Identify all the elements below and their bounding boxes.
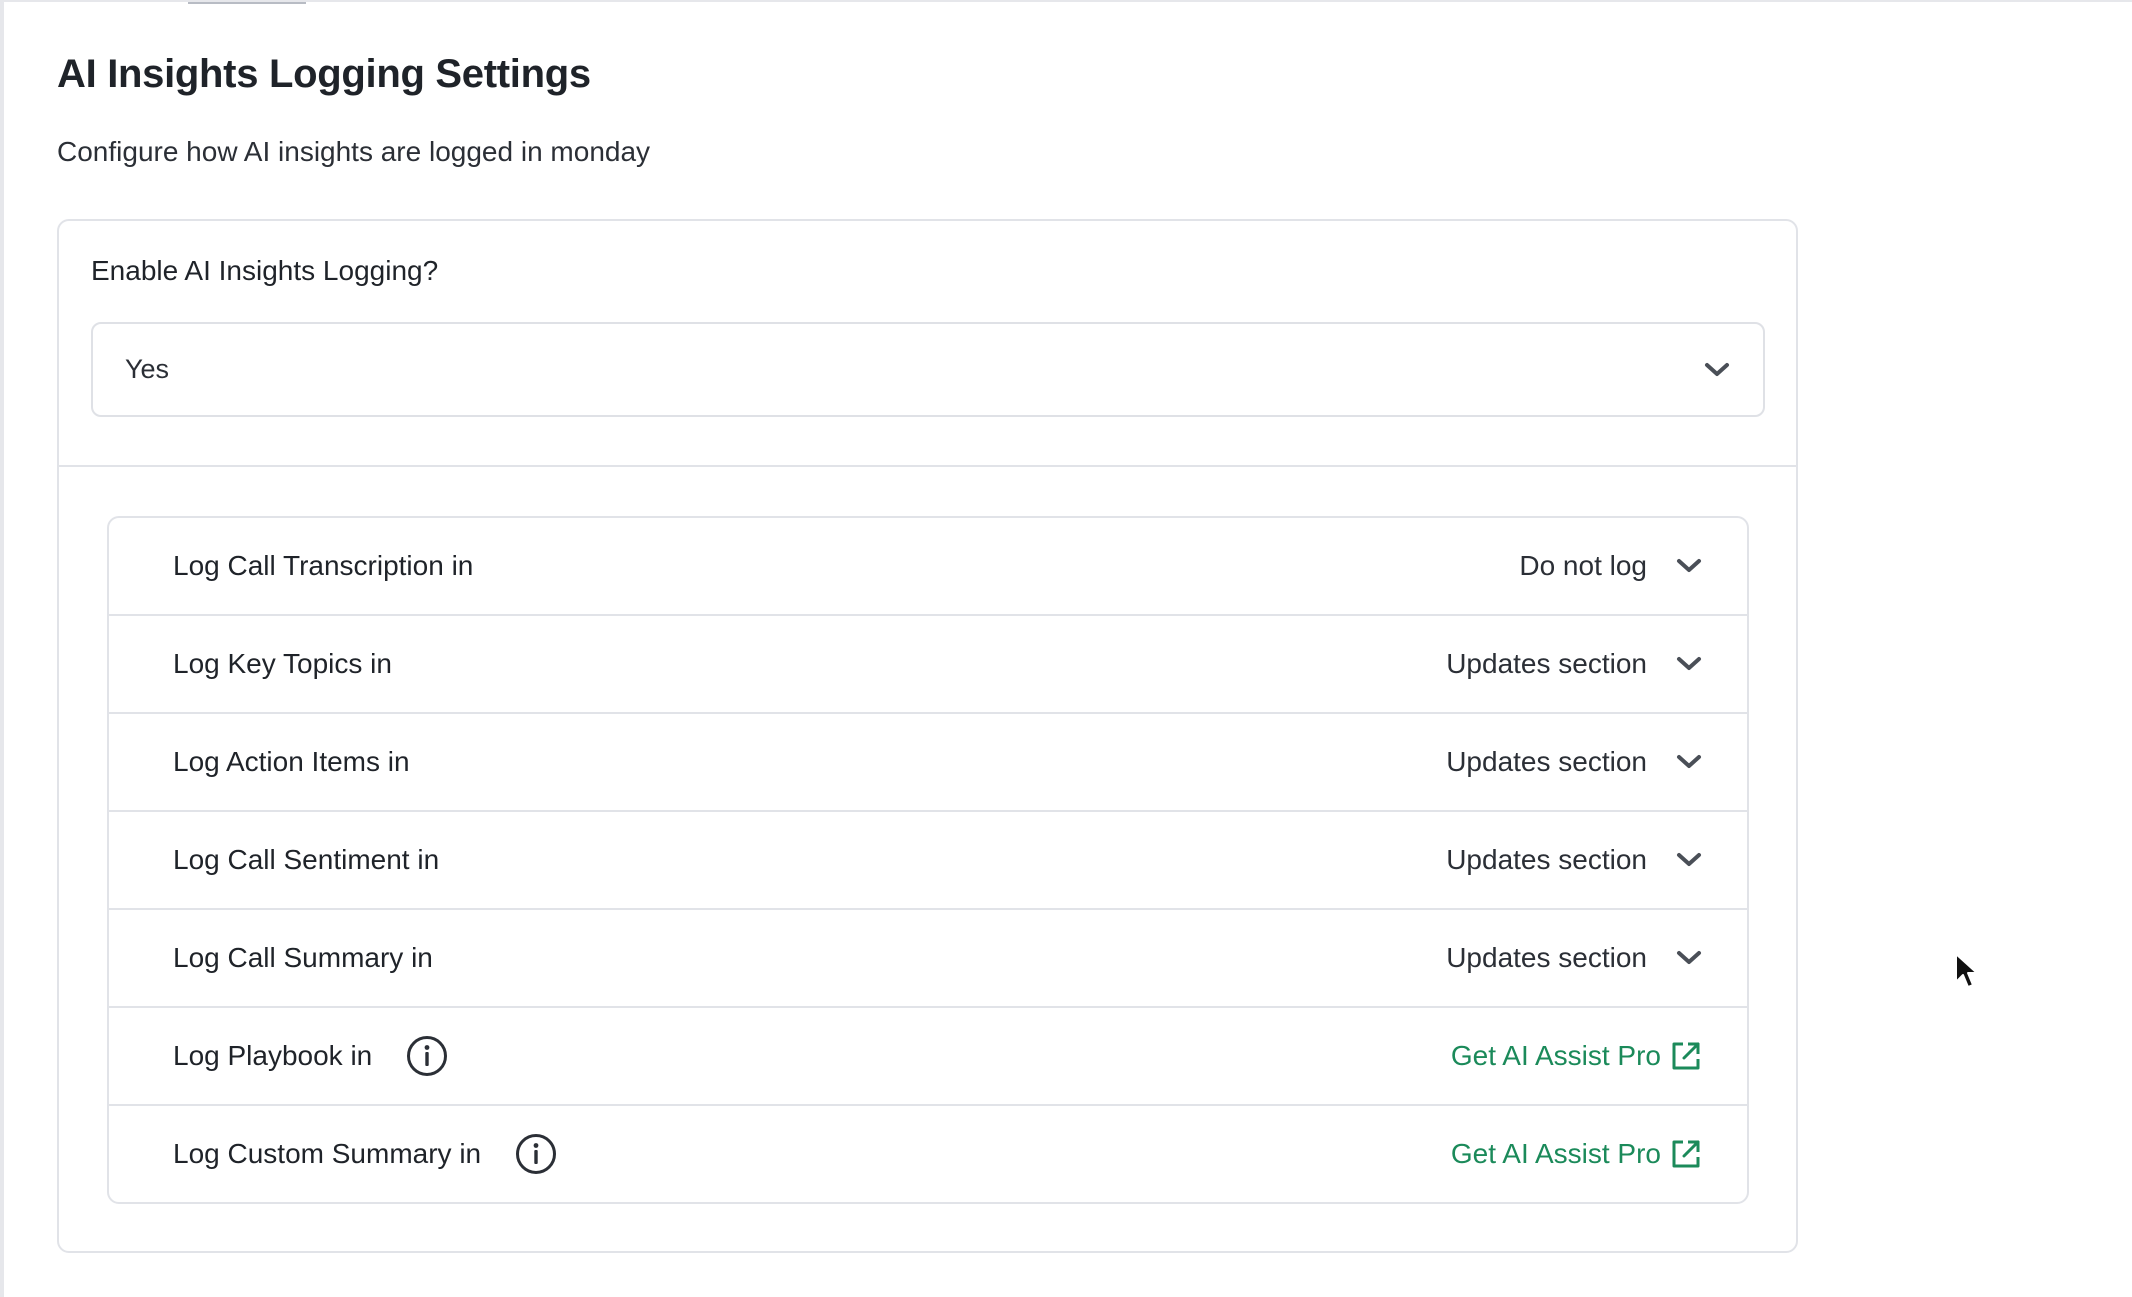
chevron-down-icon	[1677, 657, 1701, 670]
row-key-topics: Log Key Topics in Updates section	[109, 616, 1747, 714]
row-call-summary: Log Call Summary in Updates section	[109, 910, 1747, 1008]
chevron-down-icon	[1677, 853, 1701, 866]
active-tab-indicator	[188, 2, 306, 4]
row-label: Log Action Items in	[173, 746, 410, 777]
insight-rows: Log Call Transcription in Do not log Log…	[107, 516, 1749, 1204]
chevron-down-icon	[1677, 559, 1701, 572]
enable-logging-select[interactable]: Yes	[91, 322, 1765, 417]
row-action-items: Log Action Items in Updates section	[109, 714, 1747, 812]
get-ai-assist-pro-link[interactable]: Get AI Assist Pro	[1451, 1137, 1703, 1171]
external-link-icon	[1672, 1140, 1700, 1168]
enable-logging-label: Enable AI Insights Logging?	[91, 255, 439, 286]
info-icon[interactable]	[406, 1035, 448, 1077]
page-subtitle: Configure how AI insights are logged in …	[57, 136, 651, 167]
row-call-sentiment: Log Call Sentiment in Updates section	[109, 812, 1747, 910]
link-label: Get AI Assist Pro	[1450, 1138, 1661, 1169]
chevron-down-icon	[1677, 755, 1701, 768]
enable-logging-value: Yes	[125, 354, 170, 384]
row-value: Do not log	[1519, 550, 1647, 581]
call-transcription-select[interactable]: Do not log	[1519, 550, 1703, 582]
row-value: Updates section	[1446, 942, 1647, 973]
get-ai-assist-pro-link[interactable]: Get AI Assist Pro	[1451, 1039, 1703, 1073]
row-label: Log Call Summary in	[173, 942, 433, 973]
row-value: Updates section	[1446, 746, 1647, 777]
row-custom-summary: Log Custom Summary in Get AI Assist Pro	[109, 1106, 1747, 1202]
row-value: Updates section	[1446, 844, 1647, 875]
info-icon[interactable]	[515, 1133, 557, 1175]
row-call-transcription: Log Call Transcription in Do not log	[109, 518, 1747, 616]
call-sentiment-select[interactable]: Updates section	[1446, 844, 1703, 876]
call-summary-select[interactable]: Updates section	[1446, 942, 1703, 974]
row-label: Log Key Topics in	[173, 648, 392, 679]
key-topics-select[interactable]: Updates section	[1446, 648, 1703, 680]
page-title: AI Insights Logging Settings	[57, 52, 591, 96]
link-label: Get AI Assist Pro	[1450, 1040, 1661, 1071]
external-link-icon	[1672, 1042, 1700, 1070]
logging-settings-card: Enable AI Insights Logging? Yes Log Call…	[57, 219, 1798, 1253]
row-playbook: Log Playbook in Get AI Assist Pro	[109, 1008, 1747, 1106]
action-items-select[interactable]: Updates section	[1446, 746, 1703, 778]
settings-page: AI Insights Logging Settings Configure h…	[0, 0, 2132, 1297]
row-label: Log Playbook in	[173, 1040, 373, 1071]
row-label: Log Call Sentiment in	[173, 844, 440, 875]
card-divider	[59, 465, 1796, 467]
chevron-down-icon	[1705, 362, 1729, 376]
row-value: Updates section	[1446, 648, 1647, 679]
row-label: Log Custom Summary in	[173, 1138, 482, 1169]
row-label: Log Call Transcription in	[173, 550, 474, 581]
mouse-cursor-icon	[1955, 953, 1978, 988]
chevron-down-icon	[1677, 951, 1701, 964]
